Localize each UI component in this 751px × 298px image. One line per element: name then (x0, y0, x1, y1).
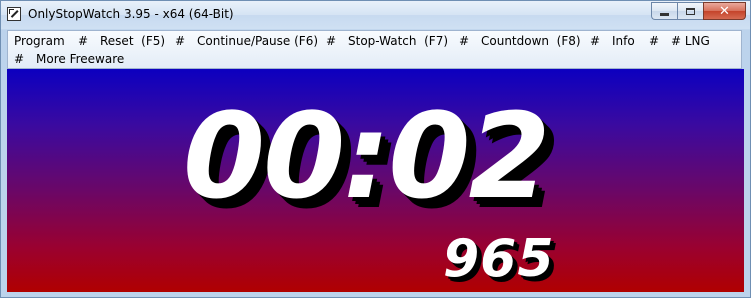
menu-bar: Program # Reset (F5) # Continue/Pause (F… (7, 30, 742, 69)
title-bar[interactable]: OnlyStopWatch 3.95 - x64 (64-Bit) ✕ (1, 1, 750, 29)
menu-stop-watch[interactable]: Stop-Watch (F7) (348, 34, 448, 48)
app-window: OnlyStopWatch 3.95 - x64 (64-Bit) ✕ Prog… (0, 0, 751, 298)
elapsed-time: 00:02 (183, 87, 551, 225)
caption-buttons: ✕ (651, 2, 746, 20)
maximize-button[interactable] (677, 2, 703, 20)
menu-info[interactable]: Info (612, 34, 635, 48)
menu-more-freeware[interactable]: More Freeware (36, 52, 124, 66)
stopwatch-display: 00:02 965 (7, 69, 744, 292)
close-icon: ✕ (719, 3, 730, 19)
menu-separator: # (326, 34, 337, 48)
menu-separator: # (14, 52, 25, 66)
maximize-icon (686, 7, 695, 15)
menu-separator: # (459, 34, 470, 48)
menu-countdown[interactable]: Countdown (F8) (481, 34, 581, 48)
menu-separator: # (78, 34, 89, 48)
stopwatch-app-icon[interactable] (7, 7, 21, 21)
menu-program[interactable]: Program (14, 34, 65, 48)
menu-reset[interactable]: Reset (F5) (100, 34, 165, 48)
minimize-icon (660, 12, 669, 16)
menu-separator: # (590, 34, 601, 48)
menu-lng[interactable]: # LNG (671, 34, 710, 48)
minimize-button[interactable] (651, 2, 677, 20)
menu-continue-pause[interactable]: Continue/Pause (F6) (197, 34, 318, 48)
close-button[interactable]: ✕ (703, 2, 746, 20)
elapsed-milliseconds: 965 (443, 229, 555, 289)
menu-separator: # (175, 34, 186, 48)
menu-separator: # (649, 34, 660, 48)
window-title: OnlyStopWatch 3.95 - x64 (64-Bit) (28, 7, 234, 21)
